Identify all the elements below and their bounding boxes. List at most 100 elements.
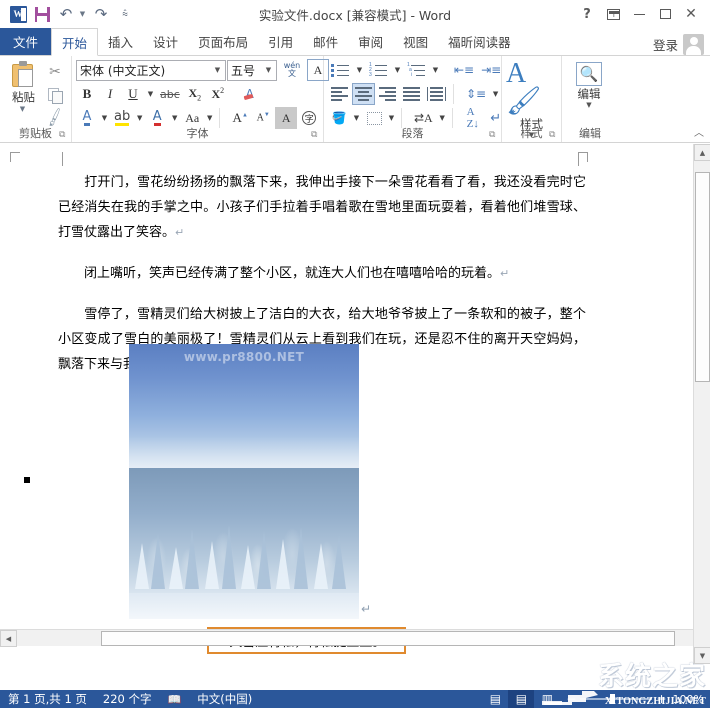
- proofing-status-button[interactable]: 📖: [160, 692, 190, 706]
- document-page[interactable]: 打开门，雪花纷纷扬扬的飘落下来，我伸出手接下一朵雪花看看了看，我还没看完时它已经…: [0, 144, 692, 664]
- strikethrough-button[interactable]: abc: [157, 83, 183, 105]
- tab-page-layout[interactable]: 页面布局: [188, 28, 258, 55]
- styles-icon: A🖌: [506, 58, 542, 117]
- paragraph-1[interactable]: 打开门，雪花纷纷扬扬的飘落下来，我伸出手接下一朵雪花看看了看，我还没看完时它已经…: [58, 170, 586, 245]
- multilevel-dropdown[interactable]: ▼: [430, 59, 441, 81]
- align-right-button[interactable]: [376, 83, 399, 105]
- tab-insert[interactable]: 插入: [98, 28, 143, 55]
- vertical-scrollbar-thumb[interactable]: [695, 172, 710, 382]
- justify-button[interactable]: [400, 83, 423, 105]
- maximize-button[interactable]: [652, 2, 678, 26]
- clipboard-dialog-launcher-icon[interactable]: ⧉: [59, 131, 68, 140]
- numbering-button[interactable]: 1 2 3: [366, 59, 391, 81]
- redo-button[interactable]: ↷: [90, 3, 112, 25]
- customize-qat-button[interactable]: ⩯: [114, 3, 136, 25]
- language-indicator[interactable]: 中文(中国): [189, 691, 260, 707]
- tab-review[interactable]: 审阅: [348, 28, 393, 55]
- horizontal-scrollbar[interactable]: ◀: [0, 629, 693, 647]
- question-mark-icon: ?: [583, 6, 591, 22]
- bold-button[interactable]: B: [76, 83, 98, 105]
- redo-icon: ↷: [94, 4, 108, 23]
- decrease-indent-icon: ⇤≡: [454, 63, 475, 77]
- signin-link[interactable]: 登录: [653, 35, 678, 54]
- underline-button[interactable]: U: [122, 83, 144, 105]
- distribute-icon: [427, 87, 446, 101]
- paste-icon: [11, 61, 36, 88]
- page-indicator[interactable]: 第 1 页,共 1 页: [0, 691, 95, 707]
- word-count[interactable]: 220 个字: [95, 691, 160, 707]
- underline-dropdown[interactable]: ▼: [145, 83, 156, 105]
- line-spacing-button[interactable]: ⇕≡: [463, 83, 489, 105]
- zoom-level-label[interactable]: 100%: [671, 693, 704, 706]
- numbering-dropdown[interactable]: ▼: [392, 59, 403, 81]
- collapse-ribbon-button[interactable]: ︿: [694, 124, 704, 139]
- zoom-out-button[interactable]: −: [566, 693, 576, 705]
- tab-design[interactable]: 设计: [143, 28, 188, 55]
- scroll-down-button[interactable]: ▼: [694, 647, 710, 664]
- undo-dropdown[interactable]: ▼: [79, 3, 88, 25]
- ribbon-display-icon: [606, 8, 620, 20]
- save-button[interactable]: [31, 3, 53, 25]
- decrease-indent-button[interactable]: ⇤≡: [451, 59, 477, 81]
- editing-button[interactable]: 🔍 编辑 ▼: [566, 59, 612, 127]
- scroll-up-button[interactable]: ▲: [694, 144, 710, 161]
- zoom-slider-track[interactable]: [580, 694, 653, 704]
- vertical-scrollbar[interactable]: ▲ ▼: [693, 144, 710, 664]
- web-layout-icon: ▥: [541, 692, 554, 706]
- paragraph-group-label: 段落: [401, 127, 424, 140]
- chevron-down-icon[interactable]: ▼: [586, 102, 591, 109]
- zoom-in-button[interactable]: +: [656, 693, 666, 705]
- clear-formatting-button[interactable]: A: [239, 83, 261, 105]
- subscript-button[interactable]: X2: [184, 83, 206, 105]
- font-name-combo[interactable]: 宋体 (中文正文) ▼: [76, 59, 226, 81]
- close-button[interactable]: ✕: [678, 2, 704, 26]
- horizontal-scrollbar-thumb[interactable]: [101, 631, 675, 646]
- phonetic-guide-button[interactable]: wén 文: [278, 59, 306, 81]
- avatar[interactable]: [683, 34, 704, 55]
- figure-block[interactable]: www.pr8800.NET ↵: [129, 344, 407, 654]
- align-left-button[interactable]: [328, 83, 351, 105]
- ribbon-display-options-button[interactable]: [600, 2, 626, 26]
- view-web-layout-button[interactable]: ▥: [534, 690, 560, 708]
- minimize-button[interactable]: [626, 2, 652, 26]
- increase-indent-button[interactable]: ⇥≡: [478, 59, 504, 81]
- bullets-button[interactable]: [328, 59, 353, 81]
- scroll-left-button[interactable]: ◀: [0, 630, 17, 647]
- status-bar-right: ▤ ▤ ▥ − + 100%: [482, 690, 710, 708]
- align-center-button[interactable]: [352, 83, 375, 105]
- zoom-control[interactable]: − + 100%: [560, 690, 710, 708]
- paragraph-2[interactable]: 闭上嘴听，笑声已经传满了整个小区，就连大人们也在嘻嘻哈哈的玩着。↵: [58, 261, 586, 286]
- tab-references[interactable]: 引用: [258, 28, 303, 55]
- styles-dialog-launcher-icon[interactable]: ⧉: [549, 131, 558, 140]
- undo-button[interactable]: ↶: [55, 3, 77, 25]
- superscript-button[interactable]: X2: [207, 83, 229, 105]
- cut-button[interactable]: ✂: [43, 61, 67, 83]
- tab-home[interactable]: 开始: [51, 28, 99, 56]
- paste-button[interactable]: 粘贴 ▼: [4, 59, 43, 129]
- copy-button[interactable]: [43, 84, 67, 106]
- zoom-slider-thumb[interactable]: [610, 694, 616, 704]
- ribbon: 粘贴 ▼ ✂ 🖌 剪贴板 ⧉ 宋体 (中文正文) ▼ 五号 ▼ wén 文 A …: [0, 55, 710, 143]
- distribute-button[interactable]: [424, 83, 449, 105]
- tab-view[interactable]: 视图: [393, 28, 438, 55]
- help-button[interactable]: ?: [574, 2, 600, 26]
- tab-file[interactable]: 文件: [0, 28, 52, 55]
- font-dialog-launcher-icon[interactable]: ⧉: [311, 131, 320, 140]
- line-spacing-dropdown[interactable]: ▼: [490, 83, 501, 105]
- tab-mailings[interactable]: 邮件: [303, 28, 348, 55]
- paste-dropdown-icon[interactable]: ▼: [20, 105, 25, 113]
- paragraph-dialog-launcher-icon[interactable]: ⧉: [489, 131, 498, 140]
- view-read-mode-button[interactable]: ▤: [482, 690, 508, 708]
- tab-foxit-reader[interactable]: 福昕阅读器: [438, 28, 521, 55]
- italic-button[interactable]: I: [99, 83, 121, 105]
- font-size-combo[interactable]: 五号 ▼: [227, 59, 277, 81]
- bullets-dropdown[interactable]: ▼: [354, 59, 365, 81]
- multilevel-list-button[interactable]: 1 a i: [404, 59, 429, 81]
- document-image[interactable]: www.pr8800.NET: [129, 344, 359, 619]
- minimize-icon: [633, 13, 645, 15]
- word-app-icon[interactable]: [7, 3, 29, 25]
- close-icon: ✕: [685, 6, 697, 22]
- document-area[interactable]: 打开门，雪花纷纷扬扬的飘落下来，我伸出手接下一朵雪花看看了看，我还没看完时它已经…: [0, 144, 710, 664]
- view-print-layout-button[interactable]: ▤: [508, 690, 535, 708]
- increase-indent-icon: ⇥≡: [481, 63, 502, 77]
